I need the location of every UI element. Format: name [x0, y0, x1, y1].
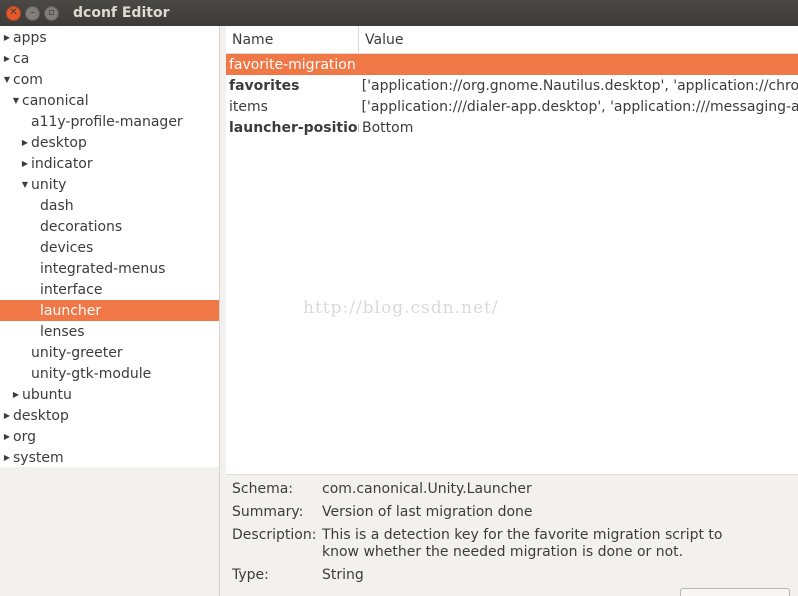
tree-empty-area: [0, 467, 219, 596]
tree-item[interactable]: ▼ com: [0, 69, 219, 90]
tree-item[interactable]: ▶ indicator: [0, 153, 219, 174]
tree-item-label: desktop: [31, 134, 87, 151]
tree-item-label: unity: [31, 176, 67, 193]
key-name: favorites: [229, 77, 300, 94]
tree-item[interactable]: a11y-profile-manager: [0, 111, 219, 132]
description-row: Description: This is a detection key for…: [232, 527, 798, 561]
summary-label: Summary:: [232, 504, 304, 520]
key-value[interactable]: ['application://org.gnome.Nautilus.deskt…: [359, 78, 798, 94]
expand-arrow-icon[interactable]: ▶: [2, 33, 12, 42]
tree-item-label: lenses: [40, 323, 85, 340]
key-info-panel: Schema: com.canonical.Unity.Launcher Sum…: [226, 474, 798, 596]
tree-item-label: com: [13, 71, 43, 88]
column-header-value[interactable]: Value: [359, 26, 403, 53]
key-row[interactable]: favorites ['application://org.gnome.Nauti…: [226, 75, 798, 96]
tree-item-label: ubuntu: [22, 386, 72, 403]
expand-arrow-icon[interactable]: ▶: [2, 432, 12, 441]
tree-item-label: system: [13, 449, 64, 466]
schema-tree-list: ▶ apps ▶ ca ▼ com ▼ canonical a11y-profile-manag…: [0, 26, 219, 468]
maximize-icon: ▫: [48, 7, 55, 18]
set-default-button[interactable]: [680, 588, 790, 596]
tree-item[interactable]: unity-greeter: [0, 342, 219, 363]
minimize-button[interactable]: –: [25, 5, 40, 21]
tree-item[interactable]: lenses: [0, 321, 219, 342]
tree-item-label: interface: [40, 281, 103, 298]
expand-arrow-icon[interactable]: ▶: [2, 453, 12, 462]
expand-arrow-icon[interactable]: ▶: [20, 159, 30, 168]
window-title: dconf Editor: [73, 5, 170, 21]
watermark: http://blog.csdn.net/: [303, 298, 499, 318]
tree-item-label: unity-greeter: [31, 344, 123, 361]
tree-item[interactable]: unity-gtk-module: [0, 363, 219, 384]
tree-item[interactable]: ▶ system: [0, 447, 219, 468]
tree-item[interactable]: ▶ org: [0, 426, 219, 447]
expand-arrow-icon[interactable]: ▶: [2, 411, 12, 420]
key-row[interactable]: launcher-position Bottom: [226, 117, 798, 138]
tree-item-label: unity-gtk-module: [31, 365, 152, 382]
summary-value: Version of last migration done: [322, 504, 533, 520]
title-bar: ✕ – ▫ dconf Editor: [0, 0, 798, 26]
tree-item-label: integrated-menus: [40, 260, 166, 277]
maximize-button[interactable]: ▫: [44, 5, 59, 21]
tree-item[interactable]: integrated-menus: [0, 258, 219, 279]
tree-item[interactable]: ▶ desktop: [0, 132, 219, 153]
tree-item[interactable]: ▶ desktop: [0, 405, 219, 426]
tree-item[interactable]: interface: [0, 279, 219, 300]
tree-item[interactable]: ▼ unity: [0, 174, 219, 195]
tree-item-label: dash: [40, 197, 74, 214]
schema-value: com.canonical.Unity.Launcher: [322, 481, 532, 497]
key-name: items: [229, 98, 268, 115]
tree-item[interactable]: decorations: [0, 216, 219, 237]
tree-item-label: indicator: [31, 155, 93, 172]
summary-row: Summary: Version of last migration done: [232, 504, 798, 521]
tree-item[interactable]: ▶ ubuntu: [0, 384, 219, 405]
expand-arrow-icon[interactable]: ▶: [20, 138, 30, 147]
tree-item-label: decorations: [40, 218, 123, 235]
type-row: Type: String: [232, 567, 798, 584]
type-value: String: [322, 567, 364, 583]
tree-item[interactable]: launcher: [0, 300, 219, 321]
schema-tree[interactable]: ▶ apps ▶ ca ▼ com ▼ canonical a11y-profile-manag…: [0, 26, 220, 596]
tree-item[interactable]: devices: [0, 237, 219, 258]
key-name: launcher-position: [229, 119, 359, 136]
tree-item-label: ca: [13, 50, 30, 67]
tree-item-label: launcher: [40, 302, 102, 319]
keys-table: Name Value favorite-migration favorites ['…: [226, 26, 798, 474]
tree-item-label: desktop: [13, 407, 69, 424]
tree-item[interactable]: ▼ canonical: [0, 90, 219, 111]
key-row[interactable]: favorite-migration: [226, 54, 798, 75]
tree-item-label: apps: [13, 29, 47, 46]
key-name: favorite-migration: [229, 56, 356, 73]
minimize-icon: –: [30, 7, 35, 18]
close-icon: ✕: [9, 7, 18, 18]
column-header-name[interactable]: Name: [226, 26, 359, 53]
close-button[interactable]: ✕: [6, 5, 21, 21]
tree-item-label: a11y-profile-manager: [31, 113, 183, 130]
window-controls: ✕ – ▫: [6, 5, 59, 21]
tree-item[interactable]: ▶ ca: [0, 48, 219, 69]
tree-item-label: devices: [40, 239, 94, 256]
collapse-arrow-icon[interactable]: ▼: [20, 180, 30, 189]
keys-table-body: favorite-migration favorites ['application…: [226, 54, 798, 138]
collapse-arrow-icon[interactable]: ▼: [2, 75, 12, 84]
tree-item-label: canonical: [22, 92, 89, 109]
tree-item[interactable]: ▶ apps: [0, 27, 219, 48]
collapse-arrow-icon[interactable]: ▼: [11, 96, 21, 105]
description-label: Description:: [232, 527, 317, 543]
schema-label: Schema:: [232, 481, 294, 497]
key-value[interactable]: ['application:///dialer-app.desktop', 'a…: [359, 99, 798, 115]
schema-row: Schema: com.canonical.Unity.Launcher: [232, 481, 798, 498]
description-value: This is a detection key for the favorite…: [322, 527, 723, 560]
expand-arrow-icon[interactable]: ▶: [11, 390, 21, 399]
keys-table-header: Name Value: [226, 26, 798, 54]
type-label: Type:: [232, 567, 269, 583]
expand-arrow-icon[interactable]: ▶: [2, 54, 12, 63]
key-value[interactable]: Bottom: [359, 120, 413, 136]
tree-item[interactable]: dash: [0, 195, 219, 216]
key-row[interactable]: items ['application:///dialer-app.desktop…: [226, 96, 798, 117]
tree-item-label: org: [13, 428, 36, 445]
